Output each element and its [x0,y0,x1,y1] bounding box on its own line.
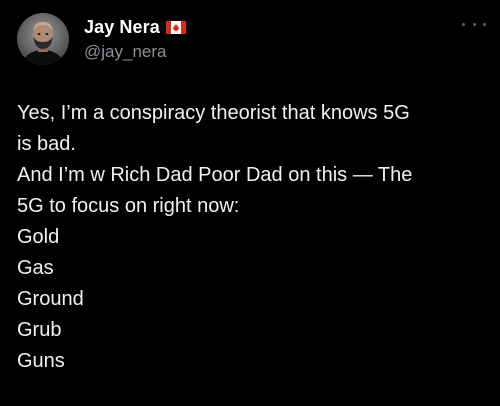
more-options-icon[interactable] [462,18,486,30]
tweet-header: Jay Nera @jay_nera [84,16,186,62]
tweet-text-line: Gas [17,257,54,279]
avatar-image [17,13,69,65]
more-dot [483,22,486,26]
tweet-text-line: Grub [17,319,62,341]
more-dot [462,22,465,26]
tweet-text-line: And I’m w Rich Dad Poor Dad on this — Th… [17,164,413,186]
name-row: Jay Nera [84,16,186,38]
tweet-text-line: 5G to focus on right now: [17,195,240,217]
tweet-text-line: Gold [17,226,60,248]
tweet-text-line: Guns [17,350,65,372]
user-handle[interactable]: @jay_nera [84,42,186,62]
display-name[interactable]: Jay Nera [84,17,160,38]
tweet-text: Yes, I’m a conspiracy theorist that know… [17,98,487,377]
tweet-text-line: is bad. [17,133,76,155]
tweet-text-line: Yes, I’m a conspiracy theorist that know… [17,102,410,124]
avatar[interactable] [17,13,69,65]
more-dot [472,22,476,26]
canada-flag-icon [165,20,186,34]
tweet-text-line: Ground [17,288,84,310]
tweet-card: Jay Nera @jay_nera Yes, I’m a conspiracy… [0,0,500,406]
